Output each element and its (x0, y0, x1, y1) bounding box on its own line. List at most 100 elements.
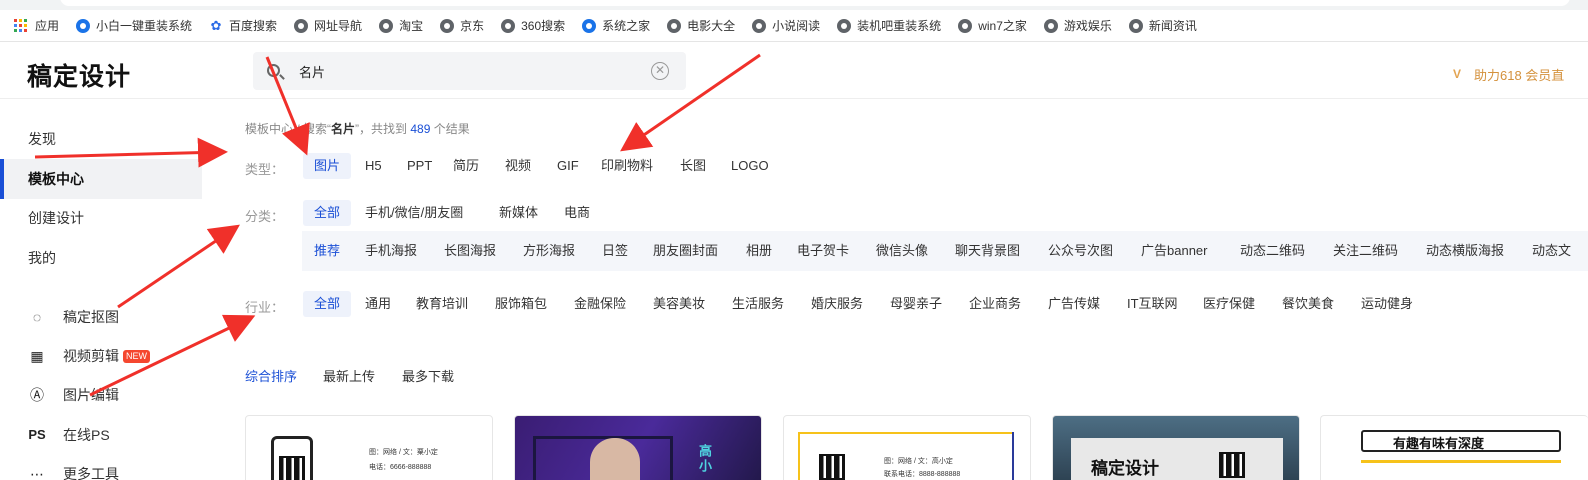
industry-chip[interactable]: 母婴亲子 (879, 291, 953, 317)
subcategory-chip[interactable]: 微信头像 (865, 238, 939, 264)
type-chip[interactable]: H5 (354, 153, 393, 179)
type-chip[interactable]: 视频 (494, 153, 542, 179)
more-icon: ⋯ (30, 466, 44, 480)
industry-chip[interactable]: 医疗保健 (1192, 291, 1266, 317)
site-logo[interactable]: 稿定设计 (27, 57, 131, 93)
subcategory-chip[interactable]: 电子贺卡 (786, 238, 860, 264)
type-chip-image[interactable]: 图片 (303, 153, 352, 179)
bookmark-item[interactable]: 系统之家 (582, 17, 650, 34)
promo-text: 助力618 会员直 (1474, 68, 1565, 83)
portrait-graphic (590, 438, 640, 480)
tool-image-edit[interactable]: Ⓐ 图片编辑 (28, 383, 119, 407)
category-chip[interactable]: 电商 (553, 200, 601, 226)
sort-tab-downloads[interactable]: 最多下载 (402, 366, 454, 385)
type-chip[interactable]: PPT (396, 153, 443, 179)
qr-code-graphic (819, 454, 845, 480)
film-icon: ▦ (30, 348, 44, 364)
subcategory-chip[interactable]: 方形海报 (512, 238, 586, 264)
globe-icon (752, 18, 767, 33)
card-title: 稿定设计 (1091, 459, 1159, 478)
bookmark-item[interactable]: 京东 (440, 17, 484, 34)
subcategory-chip-recommend[interactable]: 推荐 (303, 238, 351, 264)
bookmark-item[interactable]: 淘宝 (379, 17, 423, 34)
bookmark-item[interactable]: 游戏娱乐 (1043, 17, 1112, 34)
industry-chip[interactable]: 美容美妆 (642, 291, 716, 317)
sort-tab-default[interactable]: 综合排序 (245, 366, 297, 385)
bookmark-item[interactable]: 电影大全 (667, 17, 735, 34)
bookmark-item[interactable]: 360搜索 (501, 17, 565, 34)
industry-chip[interactable]: 金融保险 (563, 291, 637, 317)
industry-filter-label: 行业： (245, 300, 285, 315)
template-card[interactable]: 稿定设计 (1052, 415, 1300, 480)
tool-cutout[interactable]: ◌ 稿定抠图 (28, 305, 119, 329)
bookmark-item[interactable]: 小说阅读 (752, 17, 820, 34)
type-chip[interactable]: 长图 (669, 153, 717, 179)
category-chip[interactable]: 手机/微信/朋友圈 (354, 200, 474, 226)
tool-label: 视频剪辑 (63, 348, 119, 364)
category-chip[interactable]: 新媒体 (488, 200, 549, 226)
type-chip[interactable]: LOGO (720, 153, 780, 179)
sidebar-item-mine[interactable]: 我的 (0, 238, 202, 278)
breadcrumb-root[interactable]: 模板中心 (245, 122, 293, 136)
tool-video-edit[interactable]: ▦ 视频剪辑 NEW (28, 344, 150, 368)
tool-more[interactable]: ⋯ 更多工具 (28, 462, 119, 480)
industry-chip[interactable]: 通用 (354, 291, 402, 317)
subcategory-chip[interactable]: 动态横版海报 (1415, 238, 1515, 264)
template-card[interactable]: 图：网络 / 文：高小定 联系电话：8888-888888 (783, 415, 1031, 480)
subcategory-chip[interactable]: 广告banner (1130, 238, 1218, 264)
category-chip-all[interactable]: 全部 (303, 200, 352, 226)
bookmark-item[interactable]: win7之家 (958, 17, 1027, 34)
industry-chip[interactable]: 婚庆服务 (800, 291, 874, 317)
clear-icon[interactable]: ✕ (651, 62, 669, 80)
card-title: 有趣有味有深度 (1393, 436, 1485, 451)
type-chip[interactable]: 简历 (442, 153, 490, 179)
bookmark-label: 电影大全 (687, 19, 736, 33)
industry-chip[interactable]: 服饰箱包 (484, 291, 558, 317)
sidebar-item-templates[interactable]: 模板中心 (0, 159, 202, 199)
sidebar-item-discover[interactable]: 发现 (0, 119, 202, 159)
tool-online-ps[interactable]: PS 在线PS (28, 423, 109, 447)
subcategory-chip[interactable]: 聊天背景图 (944, 238, 1031, 264)
subcategory-chip[interactable]: 关注二维码 (1322, 238, 1409, 264)
subcategory-chip[interactable]: 动态文 (1521, 238, 1588, 264)
industry-chip[interactable]: IT互联网 (1116, 291, 1189, 317)
bookmark-item[interactable]: 装机吧重装系统 (837, 17, 941, 34)
accent-line (1012, 432, 1014, 480)
industry-chip[interactable]: 餐饮美食 (1271, 291, 1345, 317)
breadcrumb-sep: / 搜索“ (293, 122, 332, 136)
bookmark-item[interactable]: 新闻资讯 (1128, 17, 1197, 34)
subcategory-chip[interactable]: 动态二维码 (1229, 238, 1316, 264)
industry-chip-all[interactable]: 全部 (303, 291, 352, 317)
apps-grid-icon (14, 19, 27, 32)
globe-icon (667, 18, 682, 33)
breadcrumb-query: 名片 (331, 122, 356, 136)
vip-promo-link[interactable]: V 助力618 会员直 (1453, 65, 1564, 84)
subcategory-chip[interactable]: 长图海报 (433, 238, 507, 264)
sort-tab-newest[interactable]: 最新上传 (323, 366, 375, 385)
sidebar-item-create[interactable]: 创建设计 (0, 198, 202, 238)
address-bar[interactable] (60, 0, 1570, 6)
card-text: 联系电话：8888-888888 (884, 471, 961, 478)
template-card[interactable]: 有趣有味有深度 (1320, 415, 1588, 480)
industry-chip[interactable]: 企业商务 (958, 291, 1032, 317)
breadcrumb: 模板中心 / 搜索“名片”，共找到 489 个结果 (245, 120, 470, 137)
subcategory-chip[interactable]: 公众号次图 (1037, 238, 1124, 264)
search-input[interactable] (299, 60, 639, 82)
subcategory-chip[interactable]: 朋友圈封面 (642, 238, 729, 264)
template-card[interactable]: 图：网络 / 文：粟小定 电话：6666-888888 (245, 415, 493, 480)
site-header: 稿定设计 ✕ V 助力618 会员直 (0, 43, 1588, 99)
bookmark-item[interactable]: 网址导航 (294, 17, 362, 34)
type-chip[interactable]: 印刷物料 (590, 153, 664, 179)
bookmark-apps[interactable]: 应用 (14, 17, 59, 34)
subcategory-chip[interactable]: 相册 (735, 238, 783, 264)
subcategory-chip[interactable]: 日签 (591, 238, 639, 264)
bookmark-item[interactable]: ✿ 百度搜索 (209, 17, 277, 34)
industry-chip[interactable]: 生活服务 (721, 291, 795, 317)
subcategory-chip[interactable]: 手机海报 (354, 238, 428, 264)
industry-chip[interactable]: 运动健身 (1350, 291, 1424, 317)
template-card[interactable]: 高小 (514, 415, 762, 480)
industry-chip[interactable]: 教育培训 (405, 291, 479, 317)
bookmark-item[interactable]: 小白一键重装系统 (76, 17, 192, 34)
type-chip[interactable]: GIF (546, 153, 590, 179)
industry-chip[interactable]: 广告传媒 (1037, 291, 1111, 317)
